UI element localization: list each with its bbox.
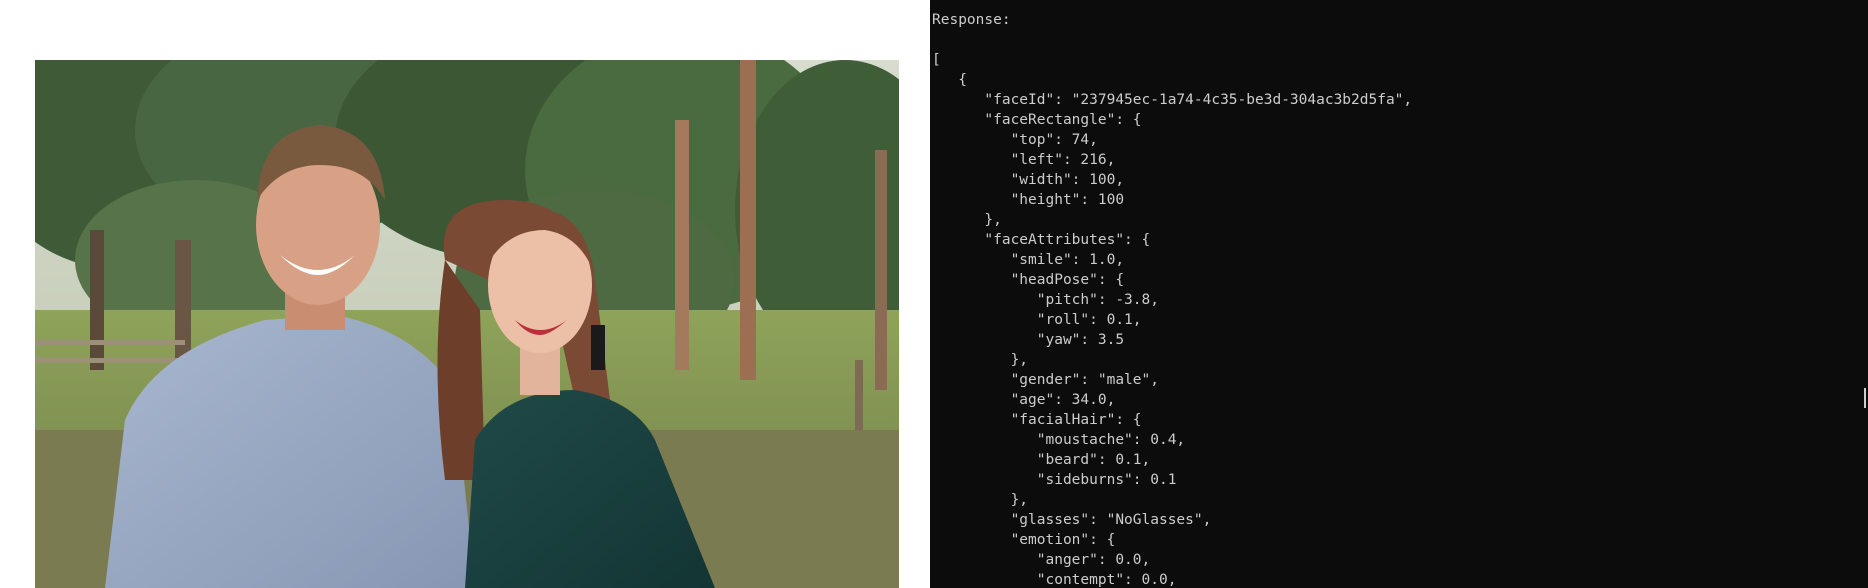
couple-photo xyxy=(35,60,899,588)
console-line: "faceId": "237945ec-1a74-4c35-be3d-304ac… xyxy=(932,92,1413,108)
screen: Response: [ { "faceId": "237945ec-1a74-4… xyxy=(0,0,1868,588)
photo-illustration xyxy=(35,60,899,588)
console-line: "beard": 0.1, xyxy=(932,452,1151,468)
console-line: "headPose": { xyxy=(932,272,1125,288)
console-line: Response: xyxy=(932,12,1011,28)
console-line: "top": 74, xyxy=(932,132,1098,148)
console-line: "height": 100 xyxy=(932,192,1125,208)
console-line: "age": 34.0, xyxy=(932,392,1116,408)
image-pane xyxy=(0,0,930,588)
console-line: "moustache": 0.4, xyxy=(932,432,1186,448)
console-line: "roll": 0.1, xyxy=(932,312,1142,328)
console-line: }, xyxy=(932,212,1002,228)
response-output: Response: [ { "faceId": "237945ec-1a74-4… xyxy=(930,0,1868,588)
console-line: "contempt": 0.0, xyxy=(932,572,1177,588)
console-line: "anger": 0.0, xyxy=(932,552,1151,568)
console-line: }, xyxy=(932,352,1029,368)
console-line: "left": 216, xyxy=(932,152,1116,168)
text-cursor xyxy=(1864,388,1866,408)
console-line: "sideburns": 0.1 xyxy=(932,472,1177,488)
console-line: "facialHair": { xyxy=(932,412,1142,428)
console-line: "faceRectangle": { xyxy=(932,112,1142,128)
console-line: "smile": 1.0, xyxy=(932,252,1125,268)
console-window[interactable]: Response: [ { "faceId": "237945ec-1a74-4… xyxy=(930,0,1868,588)
console-line: { xyxy=(932,72,967,88)
console-line: "emotion": { xyxy=(932,532,1116,548)
console-line: "yaw": 3.5 xyxy=(932,332,1125,348)
console-line: }, xyxy=(932,492,1029,508)
console-line: "pitch": -3.8, xyxy=(932,292,1159,308)
console-line: "width": 100, xyxy=(932,172,1125,188)
console-line: "glasses": "NoGlasses", xyxy=(932,512,1212,528)
console-line: [ xyxy=(932,52,941,68)
console-line: "faceAttributes": { xyxy=(932,232,1151,248)
console-line: "gender": "male", xyxy=(932,372,1159,388)
